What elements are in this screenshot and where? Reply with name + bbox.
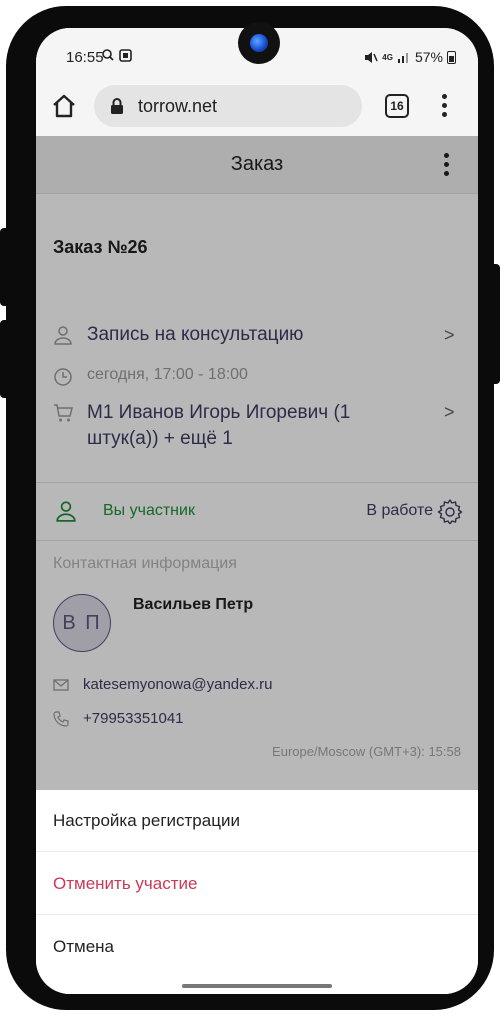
side-button-right bbox=[490, 264, 500, 384]
browser-menu-icon[interactable] bbox=[436, 92, 454, 120]
cancel-participation-button[interactable]: Отменить участие bbox=[36, 853, 478, 915]
status-right: 4G 57% bbox=[364, 49, 456, 65]
address-bar[interactable]: torrow.net bbox=[94, 85, 362, 127]
tab-switcher-button[interactable]: 16 bbox=[385, 94, 409, 118]
browser-bar: torrow.net 16 bbox=[36, 78, 478, 136]
network-type: 4G bbox=[382, 52, 393, 62]
screen: 16:55 4G 57% torrow.net 16 Заказ Заказ №… bbox=[36, 28, 478, 994]
battery-percent: 57% bbox=[414, 49, 443, 65]
lock-icon bbox=[111, 98, 123, 114]
home-indicator[interactable] bbox=[182, 984, 332, 988]
action-sheet: Настройка регистрации Отменить участие О… bbox=[36, 790, 478, 994]
battery-icon bbox=[447, 50, 456, 64]
registration-settings-button[interactable]: Настройка регистрации bbox=[36, 790, 478, 852]
mute-icon bbox=[365, 51, 378, 63]
url-text: torrow.net bbox=[138, 96, 218, 116]
home-icon[interactable] bbox=[50, 92, 78, 120]
signal-icon bbox=[397, 53, 408, 63]
side-button-left-1 bbox=[0, 228, 10, 306]
front-camera bbox=[238, 22, 280, 64]
side-button-left-2 bbox=[0, 320, 10, 398]
status-time: 16:55 bbox=[66, 49, 104, 66]
cancel-button[interactable]: Отмена bbox=[36, 916, 478, 978]
status-notification-icons bbox=[102, 49, 136, 66]
phone-frame: 16:55 4G 57% torrow.net 16 Заказ Заказ №… bbox=[0, 6, 500, 1010]
